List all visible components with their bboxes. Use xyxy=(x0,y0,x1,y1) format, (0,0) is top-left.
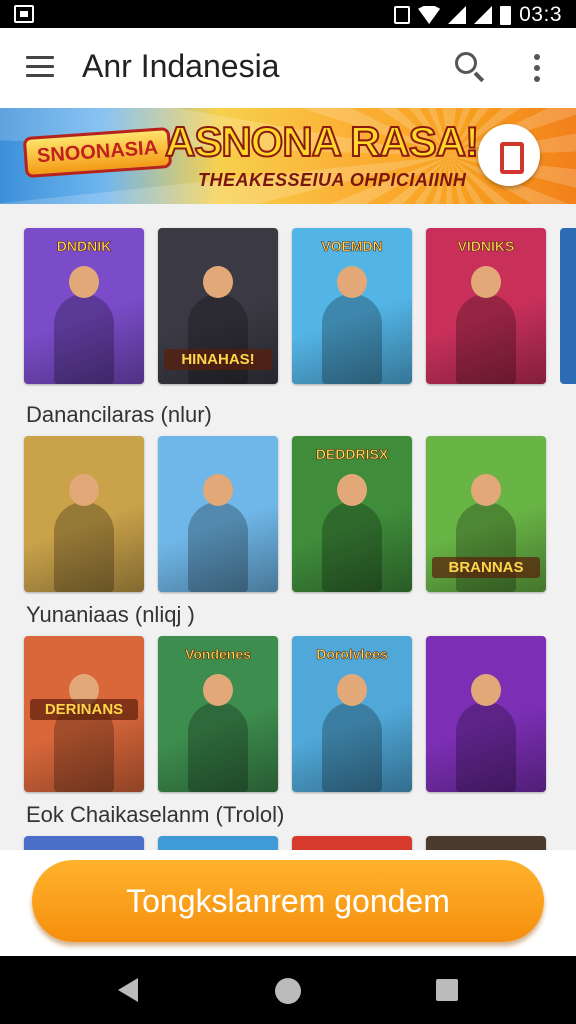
home-icon[interactable] xyxy=(275,978,301,1004)
banner-logo: SNOONASIA xyxy=(22,126,173,179)
game-tile[interactable] xyxy=(426,836,546,850)
cta-button[interactable]: Tongkslanrem gondem xyxy=(32,860,544,942)
menu-icon[interactable] xyxy=(26,56,54,78)
signal-icon xyxy=(448,6,467,24)
tile-banner-text: DERINANS xyxy=(30,699,138,720)
status-time: 03:3 xyxy=(519,3,562,26)
tile-caption: Vondenes xyxy=(185,646,251,662)
system-nav-bar xyxy=(0,956,576,1024)
recents-icon[interactable] xyxy=(436,979,458,1001)
tile-banner-text: BRANNAS xyxy=(432,557,540,578)
tile-banner-text: HINAHAS! xyxy=(164,349,272,370)
game-tile[interactable]: VIDNIKS xyxy=(426,228,546,384)
more-vert-icon[interactable] xyxy=(530,54,544,84)
game-tile[interactable]: Vondenes xyxy=(158,636,278,792)
game-tile[interactable] xyxy=(426,636,546,792)
footer: Tongkslanrem gondem xyxy=(0,850,576,956)
tile-row: DERINANS Vondenes Dorolvlees xyxy=(24,636,546,792)
game-tile[interactable] xyxy=(158,436,278,592)
game-tile[interactable] xyxy=(24,836,144,850)
wifi-icon xyxy=(418,6,441,24)
battery-icon xyxy=(500,5,512,25)
tile-row: DEDDRISX BRANNAS xyxy=(24,436,546,592)
tile-caption: VIDNIKS xyxy=(457,238,515,254)
section-title: Eok Chaikaselanm (Trolol) xyxy=(26,802,285,827)
game-tile[interactable] xyxy=(158,836,278,850)
game-grid[interactable]: DNDNIK HINAHAS! VOEMDN VIDNIKS Danancila… xyxy=(0,204,576,850)
section-title: Yunaniaas (nliqj ) xyxy=(26,602,195,627)
vibrate-icon xyxy=(394,6,411,24)
tile-caption: DEDDRISX xyxy=(315,446,389,462)
game-tile[interactable]: DNDNIK xyxy=(24,228,144,384)
game-tile-partial[interactable] xyxy=(560,228,576,384)
banner-headline: ASNONA RASA! xyxy=(164,117,480,166)
banner-subheadline: THEAKESSEIUA OHPICIAIINH xyxy=(198,170,467,190)
banner-action-icon[interactable] xyxy=(478,124,540,186)
app-bar: Anr Indanesia xyxy=(0,28,576,108)
tile-caption: VOEMDN xyxy=(321,238,383,254)
section-title: Danancilaras (nlur) xyxy=(26,402,212,427)
game-tile[interactable]: DERINANS xyxy=(24,636,144,792)
game-tile[interactable] xyxy=(24,436,144,592)
search-icon[interactable] xyxy=(455,52,485,83)
game-tile[interactable]: DEDDRISX xyxy=(292,436,412,592)
game-tile[interactable]: BRANNAS xyxy=(426,436,546,592)
status-bar: 03:3 xyxy=(0,0,576,28)
sim-icon xyxy=(14,5,34,23)
app-title: Anr Indanesia xyxy=(82,48,280,84)
promo-banner[interactable]: SNOONASIA ASNONA RASA! THEAKESSEIUA OHPI… xyxy=(0,108,576,204)
game-tile[interactable]: VOEMDN xyxy=(292,228,412,384)
tile-caption: DNDNIK xyxy=(56,238,112,254)
game-tile[interactable]: HINAHAS! xyxy=(158,228,278,384)
tile-row: DNDNIK HINAHAS! VOEMDN VIDNIKS xyxy=(24,228,576,384)
game-tile[interactable]: Dorolvlees xyxy=(292,636,412,792)
tile-row-partial xyxy=(24,836,546,850)
tile-caption: Dorolvlees xyxy=(316,646,388,662)
game-tile[interactable] xyxy=(292,836,412,850)
signal-icon xyxy=(474,6,493,24)
back-icon[interactable] xyxy=(118,978,138,1002)
